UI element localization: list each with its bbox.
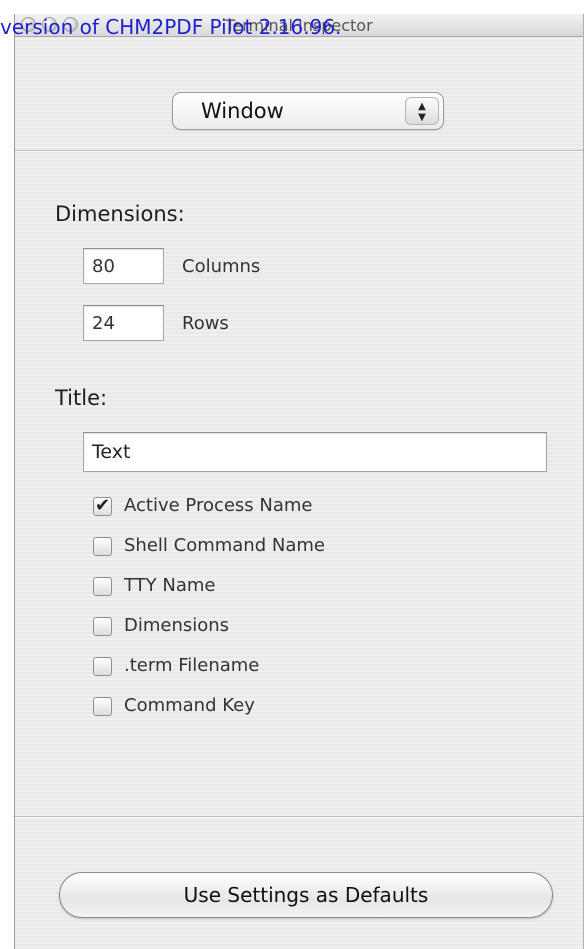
columns-label: Columns (182, 256, 261, 277)
checkbox-label: Command Key (124, 695, 255, 716)
rows-label: Rows (182, 313, 229, 334)
popup-selected-label: Window (201, 99, 284, 123)
rows-field[interactable]: 24 (83, 305, 164, 341)
checkbox-label: .term Filename (124, 655, 260, 676)
footer-divider (15, 816, 583, 818)
checkbox-box[interactable] (93, 537, 112, 556)
columns-field[interactable]: 80 (83, 248, 164, 284)
title-heading: Title: (55, 386, 108, 410)
inspector-pane-popup[interactable]: Window ▲ ▼ (172, 92, 444, 130)
checkbox-label: Active Process Name (124, 495, 313, 516)
checkbox-box[interactable] (93, 697, 112, 716)
checkbox-label: TTY Name (124, 575, 216, 596)
title-text-field[interactable]: Text (83, 432, 547, 472)
checkbox-label: Shell Command Name (124, 535, 325, 556)
inspector-window: Terminal Inspector Window ▲ ▼ Dimensions:… (14, 14, 584, 949)
checkbox-box[interactable] (93, 577, 112, 596)
checkbox-label: Dimensions (124, 615, 230, 636)
checkmark-icon[interactable]: ✔ (93, 497, 112, 516)
up-down-arrows-icon: ▲ ▼ (405, 97, 439, 125)
checkbox-box[interactable] (93, 657, 112, 676)
checkbox-box[interactable] (93, 617, 112, 636)
use-settings-as-defaults-button[interactable]: Use Settings as Defaults (59, 872, 553, 918)
section-divider (15, 150, 583, 152)
dimensions-heading: Dimensions: (55, 202, 185, 226)
overlay-watermark-text: version of CHM2PDF Pilot 2.16.96. (0, 15, 342, 39)
